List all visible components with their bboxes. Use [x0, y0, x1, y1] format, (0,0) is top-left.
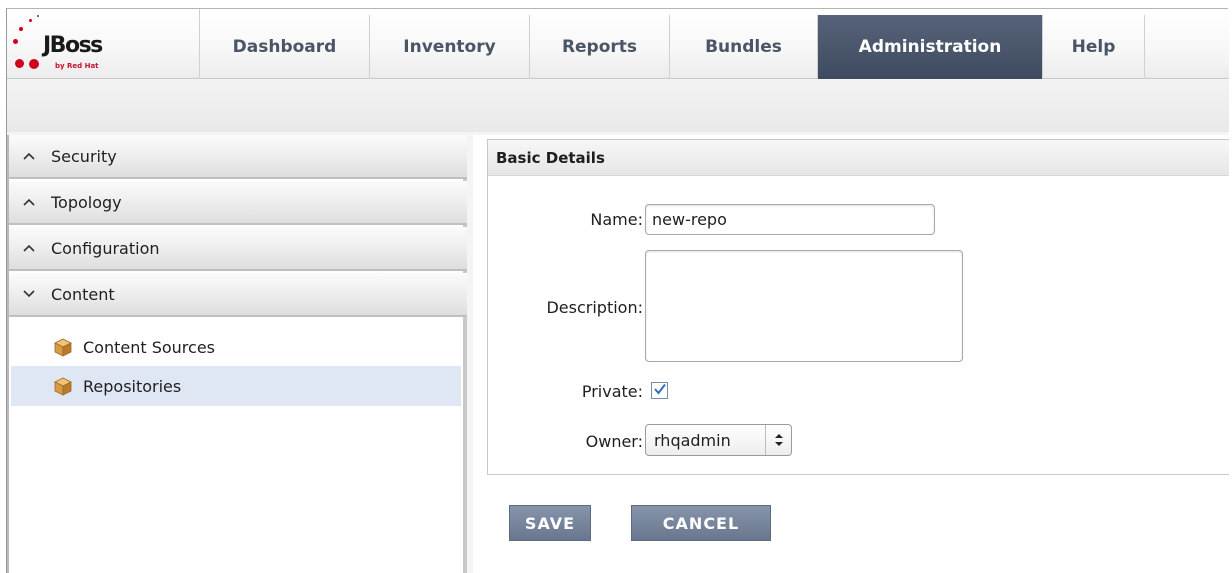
- admin-sidebar: Security Topology Configuration Content: [7, 135, 467, 573]
- tab-bundles[interactable]: Bundles: [670, 15, 818, 79]
- logo-tagline: by Red Hat: [55, 62, 99, 70]
- repository-form-panel: Basic Details Name: Description: Private…: [473, 135, 1229, 573]
- sidebar-section-label: Topology: [51, 192, 122, 212]
- logo-wordmark: JBoss: [43, 33, 103, 58]
- sidebar-item-repositories[interactable]: Repositories: [11, 366, 461, 406]
- private-checkbox[interactable]: [651, 382, 668, 399]
- tab-inventory[interactable]: Inventory: [370, 15, 530, 79]
- cancel-button[interactable]: CANCEL: [631, 505, 771, 541]
- logo-dot: [29, 59, 39, 69]
- owner-label: Owner:: [585, 432, 643, 451]
- tab-administration[interactable]: Administration: [818, 15, 1043, 79]
- chevron-up-icon: [23, 195, 39, 210]
- select-arrows-icon: [765, 425, 791, 455]
- sidebar-item-content-sources[interactable]: Content Sources: [11, 327, 461, 367]
- top-nav-bar: JBoss by Red Hat Dashboard Inventory Rep…: [7, 9, 1229, 79]
- description-textarea[interactable]: [645, 250, 963, 362]
- jboss-logo[interactable]: JBoss by Red Hat: [7, 9, 200, 79]
- name-label: Name:: [590, 210, 643, 229]
- tab-help[interactable]: Help: [1043, 15, 1145, 79]
- sidebar-section-topology[interactable]: Topology: [9, 181, 467, 225]
- sidebar-section-content[interactable]: Content: [9, 273, 467, 317]
- sidebar-section-label: Configuration: [51, 238, 160, 258]
- chevron-up-icon: [23, 149, 39, 164]
- chevron-down-icon: [23, 287, 39, 302]
- chevron-up-icon: [23, 241, 39, 256]
- package-icon: [54, 338, 72, 357]
- checkmark-icon: [653, 382, 667, 400]
- description-label: Description:: [546, 298, 643, 317]
- tab-reports[interactable]: Reports: [530, 15, 670, 79]
- package-icon: [54, 377, 72, 396]
- sidebar-section-label: Security: [51, 146, 117, 166]
- logo-dot: [13, 39, 18, 44]
- sidebar-section-security[interactable]: Security: [9, 135, 467, 179]
- basic-details-section: Basic Details Name: Description: Private…: [487, 139, 1229, 475]
- app-window: JBoss by Red Hat Dashboard Inventory Rep…: [6, 8, 1229, 573]
- logo-dot: [37, 15, 39, 17]
- logo-dot: [19, 27, 23, 31]
- save-button[interactable]: SAVE: [509, 505, 591, 541]
- logo-dot: [29, 19, 32, 22]
- sidebar-item-label: Content Sources: [83, 337, 216, 357]
- sidebar-item-label: Repositories: [83, 376, 182, 396]
- tab-dashboard[interactable]: Dashboard: [200, 15, 370, 79]
- sidebar-section-configuration[interactable]: Configuration: [9, 227, 467, 271]
- name-field[interactable]: [645, 204, 935, 235]
- owner-select[interactable]: rhqadmin: [645, 424, 792, 456]
- owner-select-value: rhqadmin: [654, 430, 731, 450]
- logo-dot: [15, 59, 24, 68]
- sub-nav-bar: [7, 80, 1229, 132]
- section-header: Basic Details: [488, 140, 1229, 176]
- sidebar-section-label: Content: [51, 284, 115, 304]
- private-label: Private:: [581, 382, 643, 401]
